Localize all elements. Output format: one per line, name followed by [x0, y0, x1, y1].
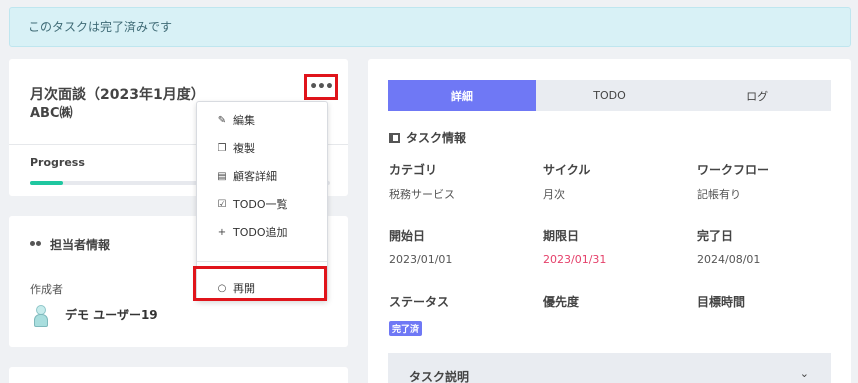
tab-todo[interactable]: TODO	[536, 80, 684, 111]
menu-divider	[197, 261, 327, 262]
workflow-label: ワークフロー	[697, 163, 770, 177]
copy-icon: ❐	[217, 142, 227, 154]
plus-icon: +	[217, 226, 227, 238]
book-icon	[389, 132, 400, 143]
assignee-title-text: 担当者情報	[50, 238, 111, 252]
done-date-value: 2024/08/01	[697, 253, 761, 266]
menu-item-client-detail[interactable]: ▤ 顧客詳細	[217, 168, 277, 184]
detail-tabs: 詳細 TODO ログ	[388, 80, 831, 111]
menu-item-duplicate[interactable]: ❐ 複製	[217, 140, 255, 156]
workflow-value: 記帳有り	[697, 188, 741, 201]
progress-fill	[30, 181, 63, 185]
status-label: ステータス	[389, 295, 450, 309]
assignee-section-title: 担当者情報	[30, 236, 110, 253]
document-icon: ▤	[217, 170, 227, 182]
due-date-label: 期限日	[543, 229, 580, 243]
menu-item-todo-add[interactable]: + TODO追加	[217, 224, 288, 240]
task-info-title-text: タスク情報	[406, 131, 467, 145]
task-detail-card: 詳細 TODO ログ タスク情報 カテゴリ 税務サービス サイクル 月次 ワーク…	[368, 59, 851, 383]
checkbox-icon: ☑	[217, 198, 227, 210]
menu-item-label: TODO一覧	[233, 198, 288, 211]
reopen-highlight	[193, 266, 327, 301]
tab-detail[interactable]: 詳細	[388, 80, 536, 111]
start-date-label: 開始日	[389, 229, 426, 243]
category-label: カテゴリ	[389, 163, 438, 177]
status-badge: 完了済	[389, 321, 423, 336]
task-description-title: タスク説明	[409, 370, 470, 383]
menu-item-label: 編集	[233, 114, 255, 127]
menu-item-label: TODO追加	[233, 226, 288, 239]
people-icon	[30, 240, 42, 249]
creator-name: デモ ユーザー19	[65, 308, 158, 322]
menu-item-todo-list[interactable]: ☑ TODO一覧	[217, 196, 288, 212]
more-actions-button[interactable]: •••	[304, 74, 338, 100]
task-title: 月次面談（2023年1月度）	[30, 87, 205, 103]
more-icon: •••	[309, 79, 334, 95]
client-name: ABC㈱	[30, 106, 73, 121]
completion-alert: このタスクは完了済みです	[9, 7, 851, 47]
chevron-down-icon: ⌄	[799, 367, 809, 380]
task-info-title: タスク情報	[389, 129, 466, 146]
menu-item-label: 顧客詳細	[233, 170, 277, 183]
priority-label: 優先度	[543, 295, 580, 309]
done-date-label: 完了日	[697, 229, 734, 243]
avatar	[34, 305, 48, 327]
category-value: 税務サービス	[389, 188, 455, 201]
alert-text: このタスクは完了済みです	[28, 20, 173, 34]
menu-item-label: 複製	[233, 142, 255, 155]
target-time-label: 目標時間	[697, 295, 746, 309]
cycle-value: 月次	[543, 188, 565, 201]
pencil-icon: ✎	[217, 114, 227, 126]
task-description-toggle[interactable]: タスク説明 ⌄	[388, 353, 831, 383]
creator-label: 作成者	[30, 283, 63, 296]
cycle-label: サイクル	[543, 163, 591, 177]
due-date-value: 2023/01/31	[543, 253, 607, 266]
menu-item-edit[interactable]: ✎ 編集	[217, 112, 255, 128]
tab-log[interactable]: ログ	[683, 80, 831, 111]
start-date-value: 2023/01/01	[389, 253, 453, 266]
progress-label: Progress	[30, 156, 85, 169]
extra-card	[9, 367, 348, 383]
